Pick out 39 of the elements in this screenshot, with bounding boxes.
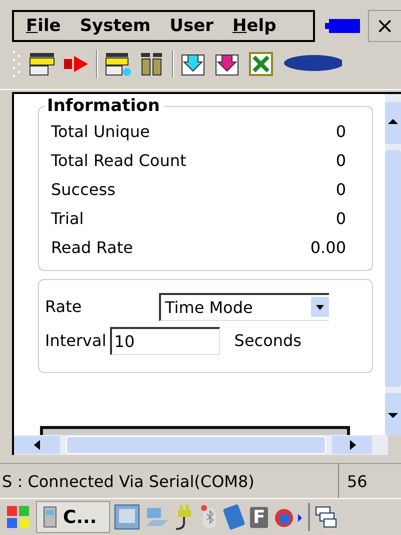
close-button[interactable]: × bbox=[368, 10, 401, 42]
reader-icon[interactable] bbox=[28, 51, 56, 78]
field-label: Success bbox=[51, 180, 116, 199]
menu-item[interactable]: Help bbox=[232, 16, 276, 36]
field-value: 0 bbox=[336, 180, 346, 199]
field-value: 0 bbox=[336, 208, 346, 228]
task-button[interactable]: C... bbox=[36, 501, 110, 534]
unit-label: Seconds bbox=[234, 331, 302, 350]
status-text: S : Connected Via Serial(COM8) bbox=[0, 464, 339, 498]
interval-label: Interval bbox=[45, 331, 106, 350]
app-icon bbox=[43, 506, 57, 528]
field-value: 0 bbox=[336, 122, 346, 141]
rate-label: Rate bbox=[45, 297, 83, 316]
interval-field[interactable]: 10 bbox=[110, 326, 220, 355]
scroll-right-button[interactable] bbox=[332, 436, 372, 454]
field-label: Read Rate bbox=[51, 238, 133, 257]
scroll-left-button[interactable] bbox=[14, 436, 60, 454]
scroll-thumb[interactable] bbox=[385, 150, 401, 388]
scroll-up-button[interactable] bbox=[385, 102, 401, 144]
battery-icon bbox=[324, 19, 360, 33]
menu-item[interactable]: System bbox=[80, 16, 151, 36]
scroll-thumb[interactable] bbox=[66, 436, 326, 454]
field-label: Total Read Count bbox=[51, 150, 186, 170]
field-label: Total Unique bbox=[51, 122, 150, 141]
rate-dropdown[interactable]: Time Mode bbox=[159, 292, 329, 321]
dropdown-caret-icon[interactable] bbox=[311, 297, 329, 318]
status-field: 56 bbox=[339, 472, 368, 491]
toolbar-grip-icon bbox=[12, 49, 22, 80]
field-value: 0.00 bbox=[310, 238, 346, 257]
windows-icon[interactable] bbox=[314, 504, 338, 530]
menu-item[interactable]: File bbox=[26, 16, 61, 36]
field-value: 0 bbox=[336, 150, 346, 170]
scroll-down-button[interactable] bbox=[385, 393, 401, 436]
spreadsheet-icon[interactable] bbox=[248, 51, 276, 78]
field-label: Trial bbox=[51, 208, 84, 228]
tray-text[interactable]: F bbox=[250, 506, 268, 528]
menu-item[interactable]: User bbox=[170, 16, 214, 36]
reader-settings-icon[interactable] bbox=[104, 51, 132, 78]
network-icon[interactable] bbox=[114, 504, 140, 530]
